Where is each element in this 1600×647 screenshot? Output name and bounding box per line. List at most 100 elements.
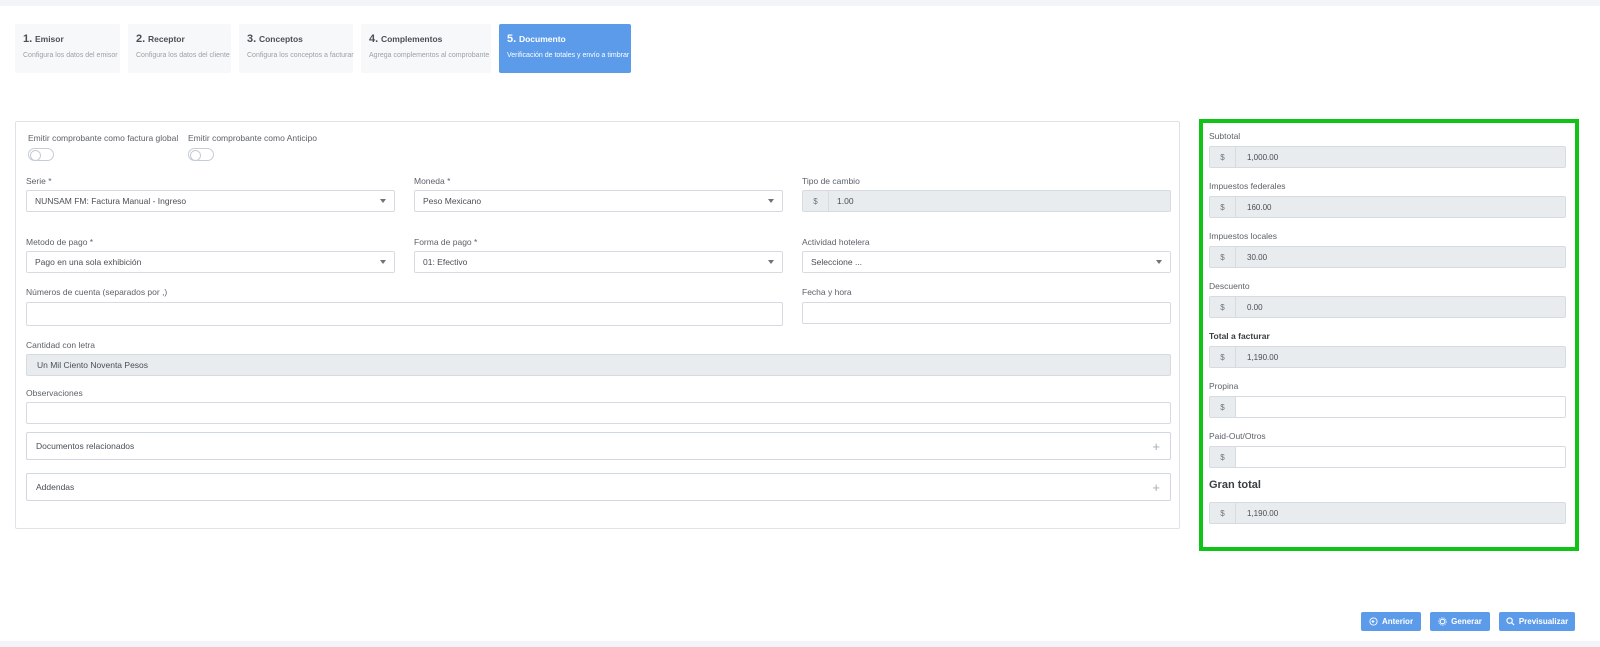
- factura-global-toggle[interactable]: [28, 148, 54, 161]
- totals-panel: Subtotal $ 1,000.00 Impuestos federales …: [1199, 119, 1579, 551]
- chevron-down-icon: [768, 260, 774, 264]
- gran-total-value: 1,190.00: [1247, 508, 1279, 518]
- step-conceptos[interactable]: 3. Conceptos Configura los conceptos a f…: [239, 24, 354, 73]
- step-label: Conceptos: [258, 34, 303, 44]
- search-icon: [1506, 617, 1515, 626]
- step-number: 2.: [136, 33, 146, 45]
- currency-addon: $: [803, 191, 829, 211]
- currency-addon: $: [1210, 197, 1236, 217]
- cuentas-label: Números de cuenta (separados por ,): [26, 287, 168, 297]
- serie-label: Serie *: [26, 176, 52, 186]
- step-description: Configura los datos del emisor: [23, 52, 118, 59]
- chevron-down-icon: [1156, 260, 1162, 264]
- addendas-label: Addendas: [36, 482, 75, 492]
- metodo-pago-label: Metodo de pago *: [26, 237, 94, 247]
- subtotal-value: 1,000.00: [1247, 152, 1279, 162]
- step-label: Emisor: [34, 34, 64, 44]
- step-number: 1.: [23, 33, 33, 45]
- impuestos-locales-field: $ 30.00: [1209, 246, 1566, 268]
- wizard-steps: 1. Emisor Configura los datos del emisor…: [15, 24, 631, 73]
- tipo-cambio-value: 1.00: [837, 196, 854, 206]
- metodo-pago-select[interactable]: Pago en una sola exhibición: [26, 251, 395, 273]
- subtotal-label: Subtotal: [1209, 131, 1241, 141]
- step-number: 4.: [369, 33, 379, 45]
- document-form: Emitir comprobante como factura global E…: [15, 121, 1180, 529]
- forma-pago-label: Forma de pago *: [414, 237, 478, 247]
- step-description: Configura los datos del cliente: [136, 52, 230, 59]
- arrow-left-circle-icon: [1369, 617, 1378, 626]
- step-label: Receptor: [147, 34, 185, 44]
- federales-value: 160.00: [1247, 202, 1272, 212]
- forma-pago-select[interactable]: 01: Efectivo: [414, 251, 783, 273]
- step-receptor[interactable]: 2. Receptor Configura los datos del clie…: [128, 24, 231, 73]
- chevron-down-icon: [768, 199, 774, 203]
- anticipo-toggle[interactable]: [188, 148, 214, 161]
- plus-icon: +: [1152, 480, 1160, 495]
- step-description: Verificación de totales y envío a timbra…: [507, 52, 630, 59]
- actividad-label: Actividad hotelera: [802, 237, 870, 247]
- propina-label: Propina: [1209, 381, 1239, 391]
- documentos-label: Documentos relacionados: [36, 441, 135, 451]
- currency-addon: $: [1210, 347, 1236, 367]
- step-description: Agrega complementos al comprobante: [369, 52, 490, 59]
- gran-total-field: $ 1,190.00: [1209, 502, 1566, 524]
- toggle-global-label: Emitir comprobante como factura global: [28, 133, 179, 143]
- paid-out-input[interactable]: $: [1209, 446, 1566, 468]
- currency-addon: $: [1210, 503, 1236, 523]
- step-label: Documento: [518, 34, 566, 44]
- toggle-anticipo-label: Emitir comprobante como Anticipo: [188, 133, 317, 143]
- chevron-down-icon: [380, 199, 386, 203]
- total-facturar-field: $ 1,190.00: [1209, 346, 1566, 368]
- currency-addon: $: [1210, 147, 1236, 167]
- cantidad-letra-field: Un Mil Ciento Noventa Pesos: [26, 354, 1171, 376]
- locales-value: 30.00: [1247, 252, 1268, 262]
- cantidad-label: Cantidad con letra: [26, 340, 95, 350]
- fecha-input[interactable]: [802, 302, 1171, 324]
- locales-label: Impuestos locales: [1209, 231, 1278, 241]
- observaciones-input[interactable]: [26, 402, 1171, 424]
- step-documento[interactable]: 5. Documento Verificación de totales y e…: [499, 24, 631, 73]
- currency-addon: $: [1210, 397, 1236, 417]
- gran-total-label: Gran total: [1209, 479, 1261, 491]
- descuento-value: 0.00: [1247, 302, 1263, 312]
- total-facturar-label: Total a facturar: [1209, 331, 1270, 341]
- serie-value: NUNSAM FM: Factura Manual - Ingreso: [35, 196, 187, 206]
- cantidad-value: Un Mil Ciento Noventa Pesos: [37, 360, 149, 370]
- paidout-label: Paid-Out/Otros: [1209, 431, 1266, 441]
- currency-addon: $: [1210, 247, 1236, 267]
- addendas-collapse[interactable]: Addendas +: [26, 473, 1171, 501]
- observaciones-label: Observaciones: [26, 388, 83, 398]
- previsualizar-label: Previsualizar: [1518, 617, 1569, 626]
- federales-label: Impuestos federales: [1209, 181, 1286, 191]
- subtotal-field: $ 1,000.00: [1209, 146, 1566, 168]
- step-number: 3.: [247, 33, 257, 45]
- step-complementos[interactable]: 4. Complementos Agrega complementos al c…: [361, 24, 491, 73]
- serie-select[interactable]: NUNSAM FM: Factura Manual - Ingreso: [26, 190, 395, 212]
- moneda-value: Peso Mexicano: [423, 196, 482, 206]
- currency-addon: $: [1210, 447, 1236, 467]
- generar-button[interactable]: Generar: [1430, 612, 1490, 631]
- anterior-button[interactable]: Anterior: [1361, 612, 1421, 631]
- impuestos-federales-field: $ 160.00: [1209, 196, 1566, 218]
- chevron-down-icon: [380, 260, 386, 264]
- propina-input[interactable]: $: [1209, 396, 1566, 418]
- descuento-label: Descuento: [1209, 281, 1250, 291]
- moneda-select[interactable]: Peso Mexicano: [414, 190, 783, 212]
- actividad-select[interactable]: Seleccione ...: [802, 251, 1171, 273]
- tipo-cambio-label: Tipo de cambio: [802, 176, 860, 186]
- metodo-pago-value: Pago en una sola exhibición: [35, 257, 142, 267]
- gear-icon: [1438, 617, 1447, 626]
- page: 1. Emisor Configura los datos del emisor…: [0, 6, 1600, 641]
- cuentas-input[interactable]: [26, 302, 783, 326]
- fecha-label: Fecha y hora: [802, 287, 852, 297]
- step-description: Configura los conceptos a facturar: [247, 52, 354, 59]
- tipo-cambio-field: $ 1.00: [802, 190, 1171, 212]
- step-label: Complementos: [380, 34, 443, 44]
- anterior-label: Anterior: [1381, 617, 1414, 626]
- step-emisor[interactable]: 1. Emisor Configura los datos del emisor: [15, 24, 120, 73]
- actividad-value: Seleccione ...: [811, 257, 863, 267]
- moneda-label: Moneda *: [414, 176, 451, 186]
- previsualizar-button[interactable]: Previsualizar: [1499, 612, 1575, 631]
- documentos-relacionados-collapse[interactable]: Documentos relacionados +: [26, 432, 1171, 460]
- plus-icon: +: [1152, 439, 1160, 454]
